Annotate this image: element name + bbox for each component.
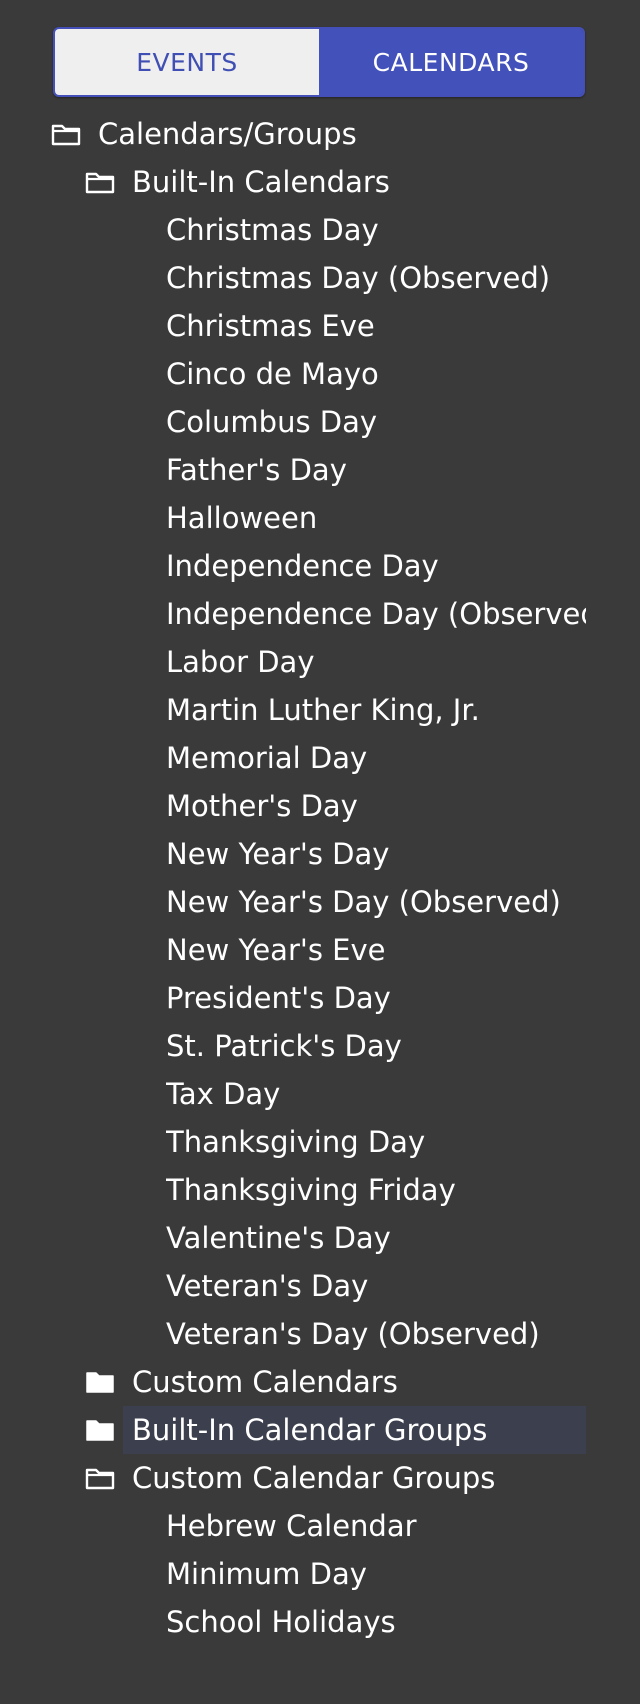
tree-item-calendar[interactable]: Valentine's Day (0, 1214, 640, 1262)
tree-node-root[interactable]: Calendars/Groups (0, 110, 640, 158)
view-toggle: EVENTS CALENDARS (53, 27, 585, 97)
tree-item-calendar[interactable]: Veteran's Day (0, 1262, 640, 1310)
tree-item-label: New Year's Day (166, 837, 390, 871)
tree-item-calendar[interactable]: Cinco de Mayo (0, 350, 640, 398)
tree-item-calendar[interactable]: Christmas Day (0, 206, 640, 254)
tree-item-label: Independence Day (Observed) (166, 597, 586, 631)
tree-item-calendar[interactable]: Martin Luther King, Jr. (0, 686, 640, 734)
tree-item-calendar[interactable]: School Holidays (0, 1598, 640, 1646)
tree-node-label: Custom Calendars (132, 1365, 398, 1399)
tree-item-label: Martin Luther King, Jr. (166, 693, 480, 727)
tree-item-label: Father's Day (166, 453, 347, 487)
tree-item-calendar[interactable]: Tax Day (0, 1070, 640, 1118)
tree-item-calendar[interactable]: Columbus Day (0, 398, 640, 446)
tree-item-calendar[interactable]: Veteran's Day (Observed) (0, 1310, 640, 1358)
tree-item-calendar[interactable]: Christmas Day (Observed) (0, 254, 640, 302)
tree-item-label: Christmas Day (Observed) (166, 261, 551, 295)
tree-item-calendar[interactable]: New Year's Eve (0, 926, 640, 974)
tree-item-label: Memorial Day (166, 741, 368, 775)
tree-item-label: New Year's Eve (166, 933, 386, 967)
tree-item-calendar[interactable]: Thanksgiving Friday (0, 1166, 640, 1214)
folder-open-icon (51, 124, 81, 146)
tree-item-calendar[interactable]: Thanksgiving Day (0, 1118, 640, 1166)
tree-item-calendar[interactable]: Halloween (0, 494, 640, 542)
tree-item-label: Thanksgiving Friday (166, 1173, 456, 1207)
calendar-tree: Calendars/Groups Built-In Calendars Chri… (0, 110, 640, 1646)
tree-item-label: Minimum Day (166, 1557, 367, 1591)
tree-item-calendar[interactable]: New Year's Day (Observed) (0, 878, 640, 926)
folder-closed-icon (86, 1420, 114, 1441)
tree-item-label: Hebrew Calendar (166, 1509, 417, 1543)
tree-node-builtin-calendar-groups[interactable]: Built-In Calendar Groups (0, 1406, 640, 1454)
tree-node-label: Custom Calendar Groups (132, 1461, 496, 1495)
tree-item-calendar[interactable]: St. Patrick's Day (0, 1022, 640, 1070)
tree-item-calendar[interactable]: Independence Day (0, 542, 640, 590)
tree-item-label: Columbus Day (166, 405, 378, 439)
tree-item-label: Thanksgiving Day (166, 1125, 426, 1159)
tree-item-calendar[interactable]: Memorial Day (0, 734, 640, 782)
tree-item-label: New Year's Day (Observed) (166, 885, 561, 919)
tree-item-calendar[interactable]: Labor Day (0, 638, 640, 686)
tab-events[interactable]: EVENTS (55, 29, 319, 95)
tree-item-label: Veteran's Day (Observed) (166, 1317, 540, 1351)
tree-item-label: Cinco de Mayo (166, 357, 379, 391)
tab-calendars[interactable]: CALENDARS (319, 29, 583, 95)
tree-item-calendar[interactable]: Hebrew Calendar (0, 1502, 640, 1550)
tree-item-calendar[interactable]: President's Day (0, 974, 640, 1022)
tree-node-custom-calendars[interactable]: Custom Calendars (0, 1358, 640, 1406)
tree-item-calendar[interactable]: Mother's Day (0, 782, 640, 830)
folder-open-icon (85, 1468, 115, 1490)
tree-item-label: Valentine's Day (166, 1221, 391, 1255)
tree-node-builtin-calendars[interactable]: Built-In Calendars (0, 158, 640, 206)
tree-node-label: Calendars/Groups (98, 117, 357, 151)
tree-item-calendar[interactable]: Independence Day (Observed) (0, 590, 640, 638)
tree-item-label: Independence Day (166, 549, 439, 583)
tree-item-label: Christmas Eve (166, 309, 375, 343)
tree-item-calendar[interactable]: Father's Day (0, 446, 640, 494)
tree-item-calendar[interactable]: Christmas Eve (0, 302, 640, 350)
tree-item-label: Veteran's Day (166, 1269, 369, 1303)
tree-item-label: Halloween (166, 501, 318, 535)
folder-open-icon (85, 172, 115, 194)
tree-item-label: Labor Day (166, 645, 315, 679)
tree-item-label: President's Day (166, 981, 391, 1015)
tree-item-calendar[interactable]: Minimum Day (0, 1550, 640, 1598)
tree-node-custom-calendar-groups[interactable]: Custom Calendar Groups (0, 1454, 640, 1502)
tree-item-label: School Holidays (166, 1605, 396, 1639)
tree-item-label: Tax Day (166, 1077, 281, 1111)
tree-item-calendar[interactable]: New Year's Day (0, 830, 640, 878)
tree-node-label: Built-In Calendar Groups (132, 1413, 488, 1447)
tree-item-label: Christmas Day (166, 213, 379, 247)
tree-item-label: Mother's Day (166, 789, 358, 823)
folder-closed-icon (86, 1372, 114, 1393)
tree-item-label: St. Patrick's Day (166, 1029, 402, 1063)
tree-node-label: Built-In Calendars (132, 165, 390, 199)
